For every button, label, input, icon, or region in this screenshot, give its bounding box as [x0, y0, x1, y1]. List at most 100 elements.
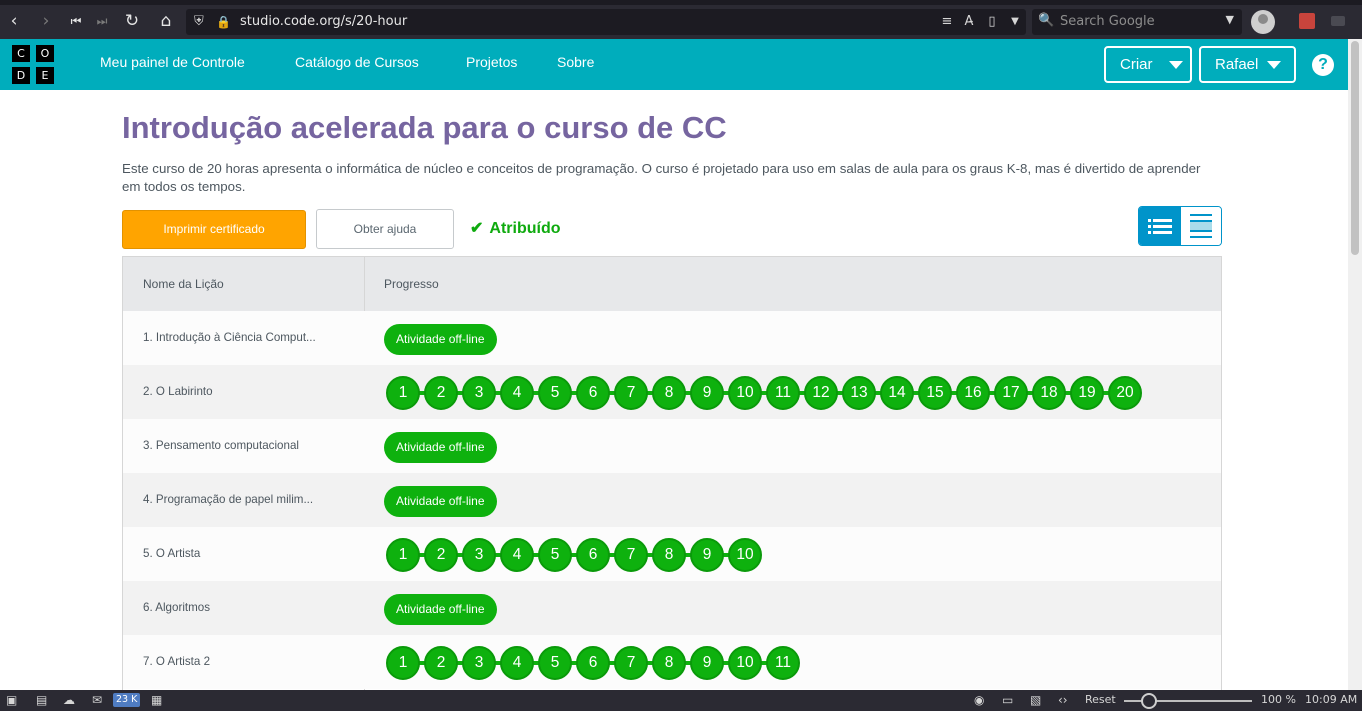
level-bubble[interactable]: 3 [462, 376, 496, 410]
level-bubble[interactable]: 9 [690, 376, 724, 410]
level-bubble[interactable]: 5 [538, 376, 572, 410]
lesson-name-link[interactable]: 6. Algoritmos [143, 601, 348, 614]
lock-icon[interactable]: 🔒 [216, 13, 231, 31]
nav-projects[interactable]: Projetos [466, 54, 517, 70]
lesson-name-link[interactable]: 2. O Labirinto [143, 385, 348, 398]
level-bubble[interactable]: 12 [804, 376, 838, 410]
level-bubble[interactable]: 10 [728, 538, 762, 572]
url-text[interactable]: studio.code.org/s/20-hour [240, 14, 407, 29]
level-bubble[interactable]: 1 [386, 376, 420, 410]
zoom-reset-button[interactable]: Reset [1085, 693, 1116, 706]
code-icon[interactable]: ‹› [1058, 693, 1068, 708]
shield-icon[interactable]: ⛨ [194, 13, 210, 31]
lesson-name-link[interactable]: 4. Programação de papel milim... [143, 493, 348, 506]
offline-activity-pill[interactable]: Atividade off-line [384, 486, 497, 517]
translate-icon[interactable]: A̵ [960, 13, 978, 31]
code-org-logo[interactable]: C O D E [12, 45, 54, 85]
chevron-down-icon[interactable]: ▼ [1006, 13, 1024, 31]
cloud-icon[interactable]: ☁ [63, 693, 75, 708]
level-bubble[interactable]: 9 [690, 538, 724, 572]
level-bubble[interactable]: 5 [538, 646, 572, 680]
level-bubble[interactable]: 6 [576, 376, 610, 410]
level-bubble[interactable]: 15 [918, 376, 952, 410]
list-view-button[interactable] [1139, 207, 1181, 245]
level-bubble[interactable]: 13 [842, 376, 876, 410]
help-icon[interactable]: ? [1312, 54, 1334, 76]
home-icon[interactable]: ⌂ [156, 11, 176, 31]
zoom-slider-handle[interactable] [1141, 693, 1157, 709]
level-bubble[interactable]: 2 [424, 376, 458, 410]
scrollbar-thumb[interactable] [1351, 41, 1359, 255]
image-icon[interactable]: ▧ [1030, 693, 1041, 708]
bookmark-icon[interactable]: ▯ [983, 13, 1001, 31]
level-bubble[interactable]: 8 [652, 646, 686, 680]
lesson-name-link[interactable]: 7. O Artista 2 [143, 655, 348, 668]
level-bubble[interactable]: 16 [956, 376, 990, 410]
window-icon[interactable]: ▭ [1002, 693, 1013, 708]
nav-about[interactable]: Sobre [557, 54, 594, 70]
level-bubble[interactable]: 19 [1070, 376, 1104, 410]
mail-icon[interactable]: ✉ [92, 693, 102, 708]
extension-icon-2[interactable] [1331, 16, 1345, 26]
level-bubble[interactable]: 6 [576, 538, 610, 572]
search-bar[interactable]: 🔍 Search Google ▼ [1032, 9, 1242, 35]
offline-activity-pill[interactable]: Atividade off-line [384, 594, 497, 625]
nav-dashboard[interactable]: Meu painel de Controle [100, 54, 245, 70]
tabs-icon[interactable]: ▤ [36, 693, 47, 708]
level-bubble[interactable]: 4 [500, 376, 534, 410]
level-bubble[interactable]: 9 [690, 646, 724, 680]
nav-course-catalog[interactable]: Catálogo de Cursos [295, 54, 419, 70]
check-icon: ✔ [470, 220, 484, 237]
extension-icon[interactable] [1299, 13, 1315, 29]
level-bubble[interactable]: 10 [728, 646, 762, 680]
scrollbar[interactable] [1348, 39, 1362, 690]
level-bubble[interactable]: 10 [728, 376, 762, 410]
chevron-down-icon[interactable]: ▼ [1226, 13, 1234, 26]
level-bubble[interactable]: 1 [386, 646, 420, 680]
table-row: 6. Algoritmos Atividade off-line [123, 581, 1221, 635]
detail-view-button[interactable] [1181, 207, 1221, 245]
create-button[interactable]: Criar [1104, 46, 1192, 83]
level-bubble[interactable]: 7 [614, 376, 648, 410]
last-page-icon[interactable]: ⏭ [92, 11, 112, 31]
offline-activity-pill[interactable]: Atividade off-line [384, 324, 497, 355]
user-menu-button[interactable]: Rafael [1199, 46, 1296, 83]
column-header-lesson: Nome da Lição [143, 277, 224, 291]
address-bar[interactable]: ⛨ 🔒 studio.code.org/s/20-hour ≡ A̵ ▯ ▼ [186, 9, 1026, 35]
level-bubble[interactable]: 8 [652, 538, 686, 572]
level-bubble[interactable]: 3 [462, 538, 496, 572]
level-bubble[interactable]: 8 [652, 376, 686, 410]
sidebar-icon[interactable]: ▣ [6, 693, 17, 708]
lesson-name-link[interactable]: 1. Introdução à Ciência Comput... [143, 331, 348, 344]
level-bubble[interactable]: 6 [576, 646, 610, 680]
level-bubble[interactable]: 5 [538, 538, 572, 572]
level-bubble[interactable]: 14 [880, 376, 914, 410]
first-page-icon[interactable]: ⏮ [66, 11, 86, 31]
level-bubble[interactable]: 18 [1032, 376, 1066, 410]
offline-activity-pill[interactable]: Atividade off-line [384, 432, 497, 463]
forward-icon[interactable]: › [36, 11, 56, 31]
level-bubble[interactable]: 4 [500, 646, 534, 680]
reload-icon[interactable]: ↻ [122, 11, 142, 31]
reader-view-icon[interactable]: ≡ [938, 13, 956, 31]
calendar-icon[interactable]: ▦ [151, 693, 162, 708]
get-help-button[interactable]: Obter ajuda [316, 209, 454, 249]
level-bubble[interactable]: 3 [462, 646, 496, 680]
level-bubble[interactable]: 20 [1108, 376, 1142, 410]
print-certificate-button[interactable]: Imprimir certificado [122, 210, 306, 249]
lesson-name-link[interactable]: 5. O Artista [143, 547, 348, 560]
level-bubble[interactable]: 1 [386, 538, 420, 572]
back-icon[interactable]: ‹ [4, 11, 24, 31]
level-bubble[interactable]: 7 [614, 646, 648, 680]
level-bubble[interactable]: 11 [766, 376, 800, 410]
search-input[interactable]: Search Google [1060, 14, 1155, 29]
level-bubble[interactable]: 17 [994, 376, 1028, 410]
level-bubble[interactable]: 4 [500, 538, 534, 572]
level-bubble[interactable]: 2 [424, 646, 458, 680]
level-bubble[interactable]: 7 [614, 538, 648, 572]
camera-icon[interactable]: ◉ [974, 693, 984, 708]
level-bubble[interactable]: 11 [766, 646, 800, 680]
profile-avatar[interactable] [1251, 10, 1275, 34]
lesson-name-link[interactable]: 3. Pensamento computacional [143, 439, 348, 452]
level-bubble[interactable]: 2 [424, 538, 458, 572]
